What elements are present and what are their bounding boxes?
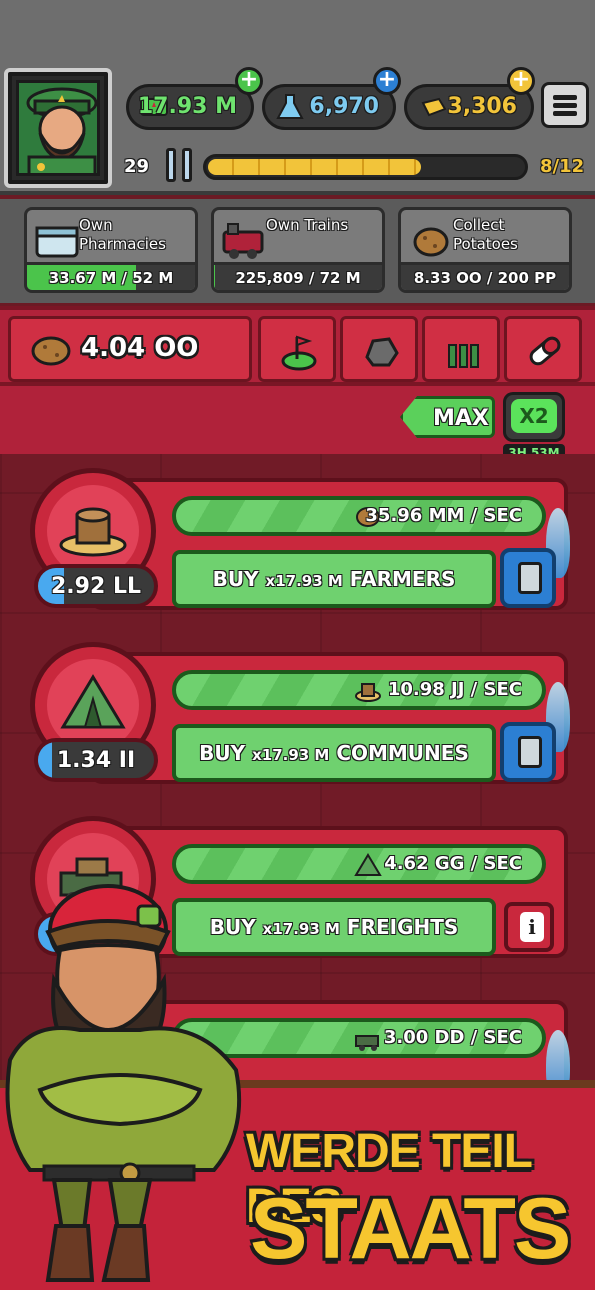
resource-tab-bar: 4.04 OO <box>0 306 595 386</box>
owned-count: 1.34 II <box>34 738 158 782</box>
quest-progress-text: 225,809 / 72 M <box>235 269 361 287</box>
quest-card-trains[interactable]: Own Trains 225,809 / 72 M <box>211 207 385 293</box>
banner-line-2: STAATS <box>250 1181 571 1277</box>
bullets-icon <box>448 344 479 368</box>
add-money-button[interactable]: + <box>235 67 263 95</box>
add-gold-button[interactable]: + <box>507 67 535 95</box>
gold-value: 3,306 <box>447 94 517 119</box>
menu-button[interactable] <box>541 82 589 128</box>
truck-icon <box>355 1035 379 1051</box>
add-science-button[interactable]: + <box>373 67 401 95</box>
quest-card-potatoes[interactable]: Collect Potatoes 8.33 OO / 200 PP <box>398 207 572 293</box>
quest-progress-text: 8.33 OO / 200 PP <box>413 269 557 287</box>
card-icon <box>518 736 542 768</box>
science-counter: 6,970 + <box>262 67 401 130</box>
pause-icon[interactable] <box>166 148 196 182</box>
money-value: 17.93 M <box>137 94 237 119</box>
tent-icon <box>354 853 382 876</box>
upgrade-card-button[interactable] <box>500 722 556 782</box>
tab-ore[interactable] <box>340 316 418 382</box>
upgrade-card-button[interactable] <box>500 548 556 608</box>
quest-progress: 8.33 OO / 200 PP <box>401 262 569 290</box>
quest-title: Own Pharmacies <box>79 216 166 253</box>
info-icon: i <box>520 912 544 942</box>
quest-title: Collect Potatoes <box>453 216 518 253</box>
flask-icon <box>276 94 304 119</box>
train-icon <box>222 223 264 259</box>
tab-pills[interactable] <box>504 316 582 382</box>
quest-progress: 225,809 / 72 M <box>214 262 382 290</box>
xp-progress-text: 8/12 <box>540 156 585 177</box>
quest-card-pharmacies[interactable]: Own Pharmacies 33.67 M / 52 M <box>24 207 198 293</box>
potato-icon <box>31 336 71 366</box>
potato-icon <box>413 227 449 257</box>
gold-counter: 3,306 + <box>404 67 535 130</box>
gold-bar-icon <box>421 97 447 117</box>
info-button[interactable]: i <box>504 902 554 952</box>
tab-bullets[interactable] <box>422 316 500 382</box>
multiplier-bar: MAX X2 3H 53M <box>0 386 595 462</box>
producer-row-communes: 1.34 II 10.98 JJ / SEC BUY x17.93 M COMM… <box>30 642 570 792</box>
ore-icon <box>365 337 399 367</box>
general-character-illustration <box>5 884 242 1282</box>
quest-bar: Own Pharmacies 33.67 M / 52 M Own Trains … <box>0 199 595 303</box>
hay-stump-icon <box>355 683 381 702</box>
buy-farmers-button[interactable]: BUY x17.93 M FARMERS <box>172 550 496 608</box>
max-label: MAX <box>433 406 489 431</box>
production-rate: 10.98 JJ / SEC <box>172 670 546 710</box>
pill-icon <box>529 336 561 366</box>
x2-label: X2 <box>511 399 557 433</box>
card-icon <box>518 562 542 594</box>
tab-potatoes[interactable]: 4.04 OO <box>8 316 252 382</box>
x2-boost-button[interactable]: X2 <box>503 392 565 442</box>
top-bar: 17.93 M + 6,970 + 3,306 + 29 8/12 <box>0 0 595 195</box>
money-counter: 17.93 M + <box>126 67 263 130</box>
avatar-portrait <box>16 80 100 176</box>
tab-golf[interactable] <box>258 316 336 382</box>
max-button[interactable]: MAX <box>400 396 495 438</box>
production-rate: 35.96 MM / SEC <box>172 496 546 536</box>
buy-communes-button[interactable]: BUY x17.93 M COMMUNES <box>172 724 496 782</box>
player-level: 29 <box>124 156 150 177</box>
potato-total: 4.04 OO <box>81 333 199 363</box>
xp-progress-fill <box>208 159 421 175</box>
science-value: 6,970 <box>309 94 379 119</box>
player-avatar[interactable] <box>4 68 112 188</box>
owned-count: 2.92 LL <box>34 564 158 608</box>
producer-row-farmers: 2.92 LL 35.96 MM / SEC BUY x17.93 M FARM… <box>30 468 570 618</box>
quest-title: Own Trains <box>266 216 349 234</box>
quest-progress-text: 33.67 M / 52 M <box>48 269 174 287</box>
pharmacy-icon <box>35 226 79 258</box>
quest-progress: 33.67 M / 52 M <box>27 262 195 290</box>
golf-flag-icon <box>281 335 317 371</box>
xp-progress-bar <box>203 154 528 180</box>
